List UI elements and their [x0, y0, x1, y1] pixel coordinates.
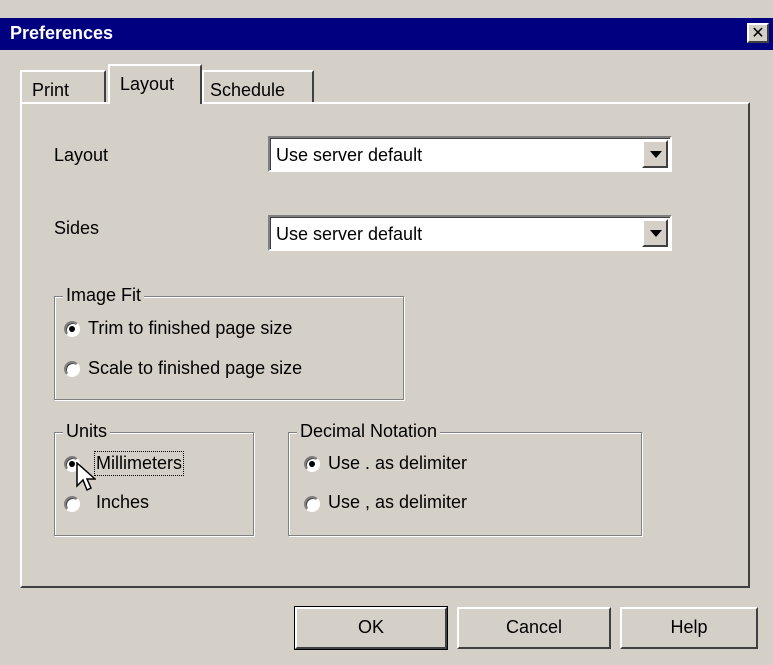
inches-radio[interactable] — [64, 496, 80, 512]
window-title: Preferences — [10, 23, 114, 43]
decimal-notation-legend: Decimal Notation — [297, 421, 441, 442]
title-bar[interactable]: Preferences ✕ — [0, 18, 773, 50]
sides-label: Sides — [54, 218, 100, 238]
tab-schedule-label: Schedule — [210, 80, 286, 100]
period-delimiter-radio[interactable] — [304, 456, 320, 472]
trim-radio[interactable] — [64, 321, 80, 337]
tab-schedule[interactable]: Schedule — [202, 70, 314, 104]
trim-label[interactable]: Trim to finished page size — [88, 318, 292, 339]
image-fit-group: Image Fit — [54, 285, 404, 400]
tab-layout-label: Layout — [120, 74, 175, 94]
help-button[interactable]: Help — [620, 607, 758, 649]
layout-select-value: Use server default — [276, 145, 423, 165]
cancel-button[interactable]: Cancel — [457, 607, 611, 649]
decimal-notation-group: Decimal Notation — [288, 421, 642, 536]
scale-label[interactable]: Scale to finished page size — [88, 358, 302, 379]
scale-radio[interactable] — [64, 361, 80, 377]
tab-print-label: Print — [32, 80, 70, 100]
millimeters-label[interactable]: Millimeters — [93, 451, 185, 476]
units-legend: Units — [63, 421, 111, 442]
inches-label[interactable]: Inches — [96, 492, 149, 513]
ok-button-label: OK — [357, 617, 384, 637]
layout-select[interactable]: Use server default — [268, 136, 672, 172]
preferences-dialog: Preferences ✕ Print Layout Schedule Layo… — [0, 0, 773, 665]
period-delimiter-label[interactable]: Use . as delimiter — [328, 453, 467, 474]
help-button-label: Help — [670, 617, 708, 637]
image-fit-legend: Image Fit — [63, 285, 145, 306]
close-icon: ✕ — [751, 25, 765, 42]
comma-delimiter-label[interactable]: Use , as delimiter — [328, 492, 467, 513]
cancel-button-label: Cancel — [505, 617, 563, 637]
layout-label: Layout — [54, 145, 109, 165]
ok-button[interactable]: OK — [295, 607, 447, 649]
sides-select-value: Use server default — [276, 224, 423, 244]
arrow-cursor-icon — [76, 462, 96, 492]
tab-layout[interactable]: Layout — [108, 64, 202, 104]
chevron-down-icon[interactable] — [642, 219, 668, 247]
comma-delimiter-radio[interactable] — [304, 496, 320, 512]
close-button[interactable]: ✕ — [747, 23, 769, 43]
sides-select[interactable]: Use server default — [268, 215, 672, 251]
tab-print[interactable]: Print — [20, 70, 106, 104]
chevron-down-icon[interactable] — [642, 140, 668, 168]
